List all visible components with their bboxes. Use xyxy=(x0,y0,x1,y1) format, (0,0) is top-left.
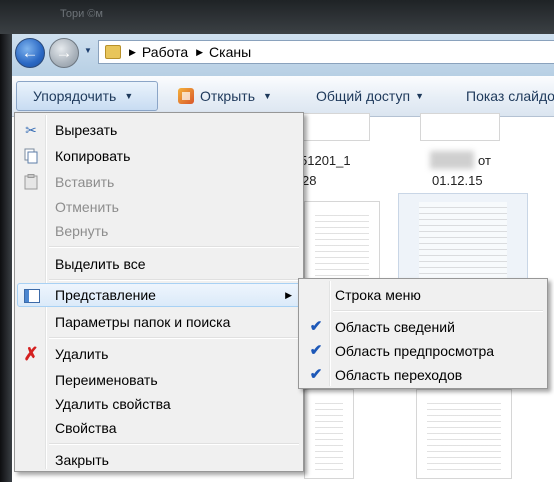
menu-separator xyxy=(49,279,299,281)
menu-item-label: Копировать xyxy=(55,148,131,164)
menu-item-select-all[interactable]: Выделить все xyxy=(17,252,301,276)
organize-button[interactable]: Упорядочить ▼ xyxy=(16,81,158,111)
share-button[interactable]: Общий доступ ▼ xyxy=(316,81,424,111)
menu-item-label: Вернуть xyxy=(55,223,109,239)
menu-item-rename[interactable]: Переименовать xyxy=(17,368,301,392)
menu-item-label: Параметры папок и поиска xyxy=(55,314,231,330)
file-name: 28 xyxy=(302,173,317,188)
menu-item-label: Переименовать xyxy=(55,372,158,388)
menu-item-close[interactable]: Закрыть xyxy=(17,448,301,472)
file-thumbnail[interactable] xyxy=(304,389,354,479)
slideshow-button[interactable]: Показ слайдо xyxy=(466,81,554,111)
window-title: Тори ©м xyxy=(60,8,103,20)
menu-item-label: Отменить xyxy=(55,199,119,215)
menu-item-label: Представление xyxy=(55,287,156,303)
menu-separator xyxy=(49,443,299,445)
open-app-icon xyxy=(178,88,194,104)
file-name: 51201_1 xyxy=(300,153,351,168)
menu-item-folder-options[interactable]: Параметры папок и поиска xyxy=(17,310,301,334)
blurred-filename xyxy=(430,151,474,169)
breadcrumb-item[interactable]: Сканы xyxy=(209,44,251,60)
breadcrumb-item[interactable]: Работа xyxy=(142,44,188,60)
open-button[interactable]: Открыть ▼ xyxy=(178,81,272,111)
forward-button[interactable]: → xyxy=(49,38,79,68)
submenu-item-navigation-pane[interactable]: ✔ Область переходов xyxy=(301,363,545,387)
document-preview xyxy=(315,398,343,470)
recent-pages-dropdown[interactable]: ▼ xyxy=(84,46,92,55)
submenu-item-menu-bar[interactable]: Строка меню xyxy=(301,283,545,307)
scissors-icon: ✂ xyxy=(25,121,37,138)
chevron-down-icon: ▼ xyxy=(415,91,424,101)
menu-item-label: Вырезать xyxy=(55,122,118,138)
open-label: Открыть xyxy=(200,88,255,104)
document-preview xyxy=(427,398,501,470)
menu-item-cut[interactable]: ✂ Вырезать xyxy=(17,118,301,142)
menu-item-delete[interactable]: ✗ Удалить xyxy=(17,342,301,366)
menu-item-label: Удалить xyxy=(55,346,109,362)
submenu-item-label: Область сведений xyxy=(335,319,455,335)
clipboard-icon xyxy=(23,174,39,190)
checkmark-icon: ✔ xyxy=(309,366,323,383)
menu-item-remove-properties[interactable]: Удалить свойства xyxy=(17,392,301,416)
layout-icon xyxy=(24,288,40,304)
menu-item-redo[interactable]: Вернуть xyxy=(17,219,301,243)
chevron-down-icon: ▼ xyxy=(124,91,134,101)
menu-item-label: Вставить xyxy=(55,174,115,190)
submenu-item-preview-pane[interactable]: ✔ Область предпросмотра xyxy=(301,339,545,363)
menu-item-properties[interactable]: Свойства xyxy=(17,416,301,440)
menu-separator xyxy=(49,246,299,248)
menu-item-layout[interactable]: Представление ▶ xyxy=(17,283,301,307)
slideshow-label: Показ слайдо xyxy=(466,88,554,104)
file-thumbnail[interactable] xyxy=(416,389,512,479)
folder-icon xyxy=(105,45,121,59)
arrow-left-icon: ← xyxy=(21,43,39,62)
file-name: от xyxy=(478,153,491,168)
command-toolbar: Упорядочить ▼ Открыть ▼ Общий доступ ▼ П… xyxy=(12,76,554,117)
chevron-down-icon: ▼ xyxy=(262,91,272,101)
menu-item-label: Свойства xyxy=(55,420,117,436)
menu-item-label: Выделить все xyxy=(55,256,146,272)
checkmark-icon: ✔ xyxy=(309,318,323,335)
file-thumbnail[interactable] xyxy=(302,113,370,141)
submenu-arrow-icon: ▶ xyxy=(285,289,292,300)
share-label: Общий доступ xyxy=(316,88,411,104)
window-titlebar: Тори ©м xyxy=(0,0,554,34)
menu-separator xyxy=(49,337,299,339)
copy-icon xyxy=(23,148,39,164)
desktop-edge xyxy=(0,34,12,482)
menu-item-label: Закрыть xyxy=(55,452,109,468)
breadcrumb-arrow-icon[interactable]: ▶ xyxy=(196,47,203,58)
submenu-item-label: Область предпросмотра xyxy=(335,343,495,359)
menu-item-label: Удалить свойства xyxy=(55,396,171,412)
file-name: 01.12.15 xyxy=(432,173,483,188)
address-bar[interactable]: ▶ Работа ▶ Сканы xyxy=(98,40,554,64)
submenu-item-label: Строка меню xyxy=(335,287,421,303)
breadcrumb-arrow-icon[interactable]: ▶ xyxy=(129,47,136,58)
organize-label: Упорядочить xyxy=(33,88,117,104)
menu-item-undo[interactable]: Отменить xyxy=(17,195,301,219)
arrow-right-icon: → xyxy=(55,43,73,62)
menu-item-copy[interactable]: Копировать xyxy=(17,144,301,168)
delete-x-icon: ✗ xyxy=(23,343,39,364)
checkmark-icon: ✔ xyxy=(309,342,323,359)
menu-item-paste[interactable]: Вставить xyxy=(17,170,301,194)
submenu-item-label: Область переходов xyxy=(335,367,463,383)
menu-separator xyxy=(333,310,543,312)
layout-submenu: Строка меню ✔ Область сведений ✔ Область… xyxy=(298,278,548,389)
submenu-item-details-pane[interactable]: ✔ Область сведений xyxy=(301,315,545,339)
file-thumbnail[interactable] xyxy=(420,113,500,141)
organize-menu: ✂ Вырезать Копировать Вставить Отменить … xyxy=(14,112,304,472)
back-button[interactable]: ← xyxy=(15,38,45,68)
